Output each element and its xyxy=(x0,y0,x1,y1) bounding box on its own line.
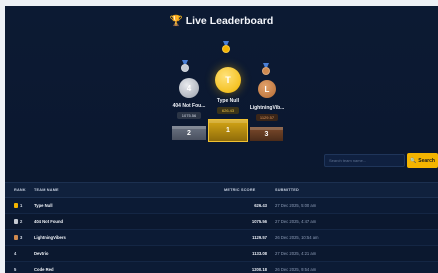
rank-number: 2 xyxy=(20,219,23,224)
table-row[interactable]: 5 Code Red 1200.18 26 Dec 2025, 9:54 am xyxy=(5,262,438,273)
table-row[interactable]: 2 404 Not Found 1075.56 27 Dec 2025, 4:47 a… xyxy=(5,214,438,230)
medal-icon xyxy=(221,41,231,53)
avatar-initial: T xyxy=(225,75,231,85)
submitted-cell: 27 Dec 2025, 5:00 am xyxy=(275,203,317,208)
avatar: 4 xyxy=(179,78,199,98)
search-icon: 🔍 xyxy=(410,157,417,164)
rank-number: 3 xyxy=(20,235,23,240)
rank-number: 5 xyxy=(14,267,17,272)
podium-step-third: 3 xyxy=(250,127,283,141)
podium-step-first: 1 xyxy=(208,119,248,142)
column-header-score: METRIC SCORE xyxy=(224,188,256,192)
podium-name-third: LightningVib... xyxy=(249,105,285,111)
submitted-cell: 27 Dec 2025, 4:47 am xyxy=(275,219,317,224)
podium: 4 404 Not Fou... 1075.56 2 T Type Null 6… xyxy=(5,6,438,156)
search-button[interactable]: 🔍 Search xyxy=(407,153,438,168)
rank-cell: 3 xyxy=(14,230,22,245)
metric-score-cell: 1133.08 xyxy=(252,251,267,256)
medal-icon xyxy=(14,219,18,224)
table-row[interactable]: 1 Type Null 626.43 27 Dec 2025, 5:00 am xyxy=(5,198,438,214)
medal-icon xyxy=(261,63,271,75)
search-input[interactable] xyxy=(324,154,405,167)
rank-number: 4 xyxy=(14,251,17,256)
team-name-cell: Devtrio xyxy=(34,251,49,256)
podium-score-first: 626.43 xyxy=(217,107,239,114)
rank-cell: 4 xyxy=(14,246,16,261)
table-body: 1 Type Null 626.43 27 Dec 2025, 5:00 am 2 404… xyxy=(5,198,438,273)
metric-score-cell: 626.43 xyxy=(254,203,267,208)
medal-icon xyxy=(180,60,190,72)
table-header: RANK TEAM NAME METRIC SCORE SUBMITTED xyxy=(5,182,438,198)
metric-score-cell: 1129.57 xyxy=(252,235,267,240)
team-name-cell: Code Red xyxy=(34,267,54,272)
avatar: T xyxy=(215,67,241,93)
medal-icon xyxy=(14,235,18,240)
team-name-cell: LightningVibers xyxy=(34,235,66,240)
podium-place-label: 1 xyxy=(226,127,230,134)
rank-cell: 1 xyxy=(14,198,22,213)
rank-cell: 5 xyxy=(14,262,16,273)
submitted-cell: 27 Dec 2025, 4:21 am xyxy=(275,251,317,256)
medal-icon xyxy=(14,203,18,208)
table-row[interactable]: 4 Devtrio 1133.08 27 Dec 2025, 4:21 am xyxy=(5,246,438,262)
metric-score-cell: 1075.56 xyxy=(251,219,267,224)
rank-number: 1 xyxy=(20,203,23,208)
podium-place-label: 3 xyxy=(264,130,269,138)
leaderboard-panel: 🏆 Live Leaderboard 4 404 Not Fou... 1075.… xyxy=(5,6,438,273)
podium-place-label: 2 xyxy=(187,129,191,137)
team-name-cell: Type Null xyxy=(34,203,53,208)
avatar-initial: L xyxy=(264,84,270,94)
podium-name-second: 404 Not Fou... xyxy=(172,103,206,109)
avatar-initial: 4 xyxy=(186,83,192,93)
search-button-label: Search xyxy=(418,157,435,164)
team-name-cell: 404 Not Found xyxy=(34,219,64,224)
podium-step-second: 2 xyxy=(172,126,206,140)
submitted-cell: 26 Dec 2025, 10:54 am xyxy=(275,235,319,240)
podium-score-second: 1075.56 xyxy=(177,112,201,119)
podium-score-third: 1129.57 xyxy=(256,114,278,121)
table-row[interactable]: 3 LightningVibers 1129.57 26 Dec 2025, 10:5… xyxy=(5,230,438,246)
metric-score-cell: 1200.18 xyxy=(251,267,267,272)
column-header-submitted: SUBMITTED xyxy=(275,188,299,192)
leaderboard-table: RANK TEAM NAME METRIC SCORE SUBMITTED 1 T… xyxy=(5,182,438,273)
avatar: L xyxy=(258,80,276,98)
column-header-team: TEAM NAME xyxy=(34,188,59,192)
submitted-cell: 26 Dec 2025, 9:54 am xyxy=(275,267,317,272)
podium-name-first: Type Null xyxy=(216,98,240,104)
column-header-rank: RANK xyxy=(14,188,26,192)
rank-cell: 2 xyxy=(14,214,22,229)
